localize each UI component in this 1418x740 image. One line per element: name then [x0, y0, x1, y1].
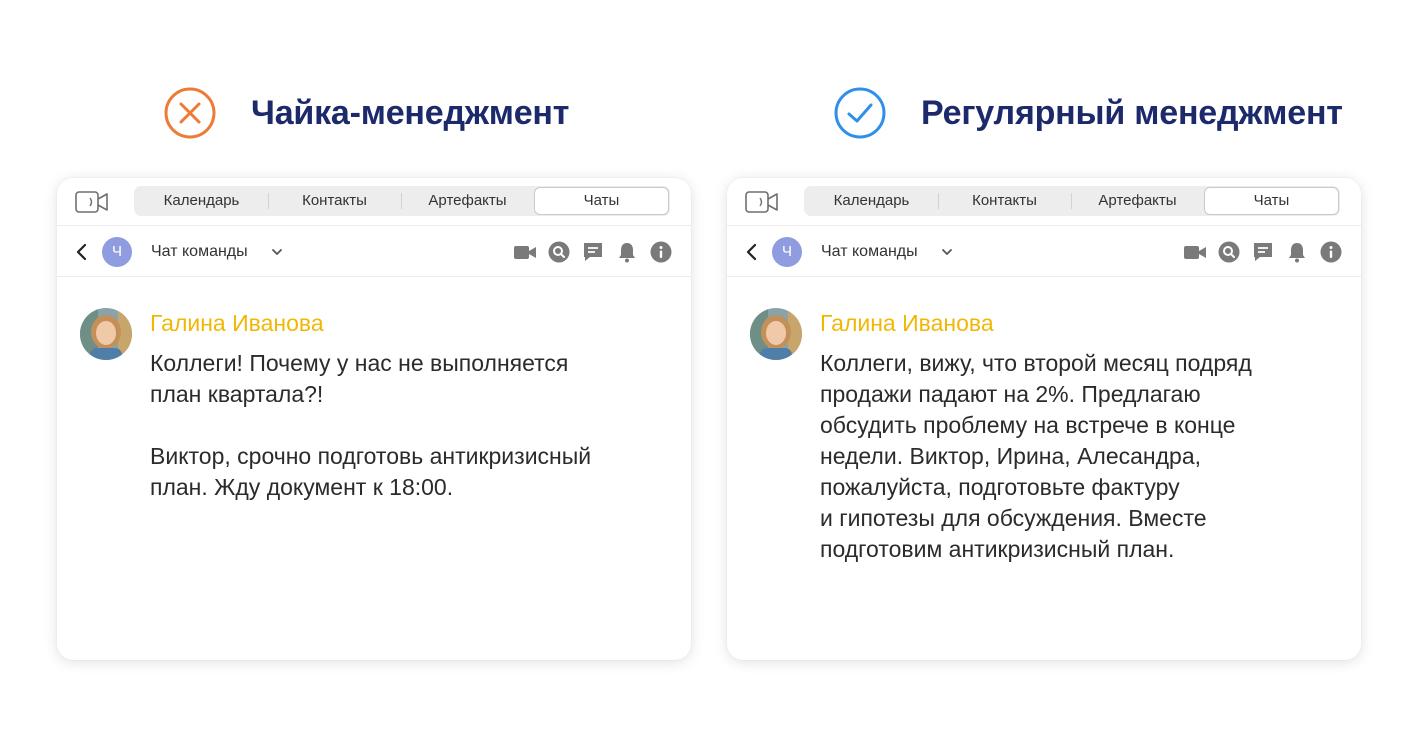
bell-icon[interactable]	[615, 240, 639, 264]
user-avatar[interactable]	[80, 308, 132, 360]
tab-calendar[interactable]: Календарь	[805, 187, 938, 215]
chat-avatar[interactable]: Ч	[772, 237, 802, 267]
message-text: Коллеги, вижу, что второй месяц подряд п…	[820, 348, 1350, 565]
cross-circle-icon	[164, 87, 216, 139]
message-text: Коллеги! Почему у нас не выполняется пла…	[150, 348, 680, 503]
bell-icon[interactable]	[1285, 240, 1309, 264]
info-icon[interactable]	[1319, 240, 1343, 264]
top-bar: Календарь Контакты Артефакты Чаты	[727, 178, 1361, 226]
tab-contacts[interactable]: Контакты	[268, 187, 401, 215]
top-bar: Календарь Контакты Артефакты Чаты	[57, 178, 691, 226]
chat-title[interactable]: Чат команды	[821, 241, 918, 263]
tab-calendar[interactable]: Календарь	[135, 187, 268, 215]
chat-window: Календарь Контакты Артефакты Чаты Ч Чат …	[727, 178, 1361, 660]
panel-title: Чайка-менеджмент	[251, 94, 570, 132]
info-icon[interactable]	[649, 240, 673, 264]
chat-window: Календарь Контакты Артефакты Чаты Ч Чат …	[57, 178, 691, 660]
chat-title[interactable]: Чат команды	[151, 241, 248, 263]
chat-bubble-icon[interactable]	[581, 240, 605, 264]
tab-artifacts[interactable]: Артефакты	[1071, 187, 1204, 215]
video-call-icon[interactable]	[745, 190, 779, 214]
check-circle-icon	[834, 87, 886, 139]
chat-header: Ч Чат команды	[727, 227, 1361, 277]
message-paragraph: Виктор, срочно подготовь антикризисный п…	[150, 443, 592, 500]
message-author[interactable]: Галина Иванова	[150, 308, 324, 338]
tab-bar: Календарь Контакты Артефакты Чаты	[804, 186, 1340, 216]
message-author[interactable]: Галина Иванова	[820, 308, 994, 338]
video-icon[interactable]	[513, 240, 537, 264]
message-paragraph: Коллеги! Почему у нас не выполняется пла…	[150, 350, 569, 407]
panel-title: Регулярный менеджмент	[921, 94, 1343, 132]
user-avatar[interactable]	[750, 308, 802, 360]
tab-artifacts[interactable]: Артефакты	[401, 187, 534, 215]
chat-actions	[1183, 240, 1343, 264]
chat-avatar[interactable]: Ч	[102, 237, 132, 267]
panel-left: Чайка-менеджмент Календарь Контакты Арте…	[57, 0, 691, 740]
back-arrow-icon[interactable]	[745, 243, 759, 261]
chat-header: Ч Чат команды	[57, 227, 691, 277]
chevron-down-icon[interactable]	[271, 247, 283, 257]
tab-chats[interactable]: Чаты	[534, 187, 669, 215]
search-icon[interactable]	[1217, 240, 1241, 264]
back-arrow-icon[interactable]	[75, 243, 89, 261]
tab-contacts[interactable]: Контакты	[938, 187, 1071, 215]
tab-chats[interactable]: Чаты	[1204, 187, 1339, 215]
tab-bar: Календарь Контакты Артефакты Чаты	[134, 186, 670, 216]
video-call-icon[interactable]	[75, 190, 109, 214]
chat-bubble-icon[interactable]	[1251, 240, 1275, 264]
chevron-down-icon[interactable]	[941, 247, 953, 257]
chat-actions	[513, 240, 673, 264]
search-icon[interactable]	[547, 240, 571, 264]
message-paragraph: Коллеги, вижу, что второй месяц подряд п…	[820, 350, 1252, 562]
panel-right: Регулярный менеджмент Календарь Контакты…	[727, 0, 1361, 740]
video-icon[interactable]	[1183, 240, 1207, 264]
